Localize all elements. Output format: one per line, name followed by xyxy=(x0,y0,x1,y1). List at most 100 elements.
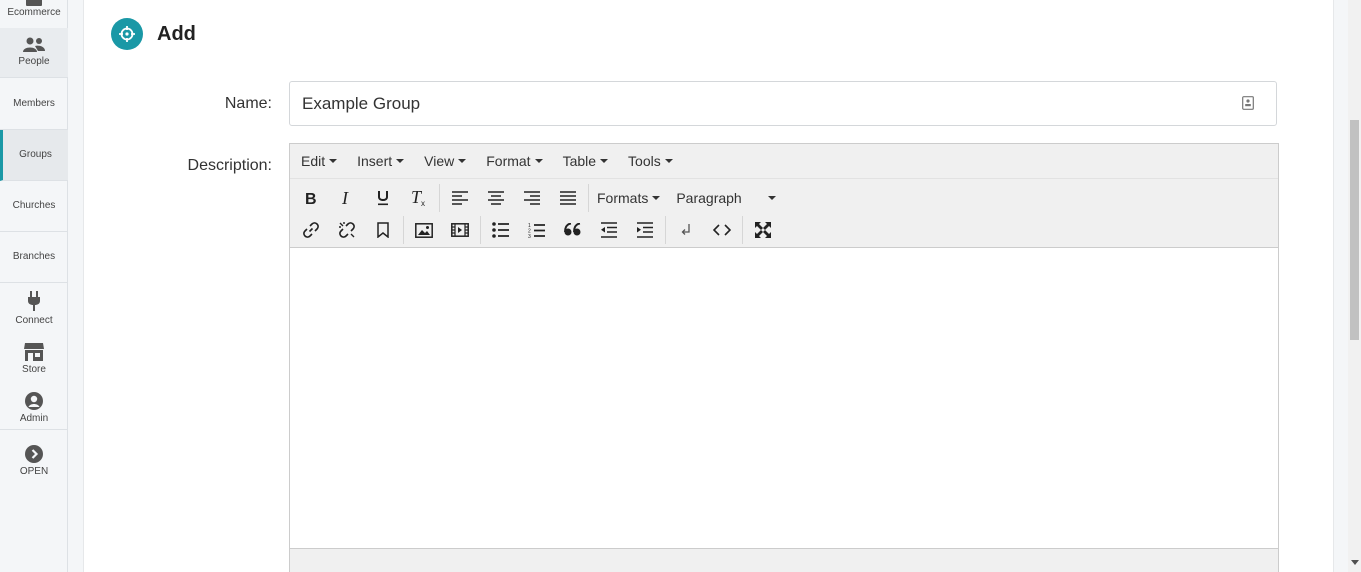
caret-down-icon xyxy=(396,159,405,163)
clear-formatting-button[interactable]: Tx xyxy=(401,184,437,212)
sidebar-item-groups[interactable]: Groups xyxy=(0,130,68,181)
sidebar-item-label: OPEN xyxy=(19,465,49,477)
sidebar-item-store[interactable]: Store xyxy=(0,338,68,380)
bullet-list-button[interactable] xyxy=(483,216,519,244)
outdent-icon xyxy=(601,222,617,238)
paragraph-dropdown[interactable]: Paragraph xyxy=(670,184,782,212)
code-icon xyxy=(713,224,731,236)
sidebar-item-churches[interactable]: Churches xyxy=(0,181,68,232)
caret-down-icon xyxy=(600,159,609,163)
users-icon xyxy=(23,37,45,52)
align-right-button[interactable] xyxy=(514,184,550,212)
link-icon xyxy=(303,222,319,238)
insert-media-button[interactable] xyxy=(442,216,478,244)
source-code-button[interactable] xyxy=(704,216,740,244)
crosshair-icon xyxy=(111,18,143,50)
scrollbar-thumb[interactable] xyxy=(1350,120,1359,340)
svg-text:B: B xyxy=(305,191,317,206)
caret-down-icon xyxy=(458,159,467,163)
sidebar-item-members[interactable]: Members xyxy=(0,79,68,130)
outdent-button[interactable] xyxy=(591,216,627,244)
italic-button[interactable]: I xyxy=(329,184,365,212)
fullscreen-icon xyxy=(755,222,771,238)
underline-button[interactable] xyxy=(365,184,401,212)
sidebar-item-ecommerce[interactable]: Ecommerce xyxy=(0,0,68,24)
insert-link-button[interactable] xyxy=(293,216,329,244)
sidebar-item-people[interactable]: People xyxy=(0,28,68,78)
svg-text:3: 3 xyxy=(528,234,531,238)
media-icon xyxy=(451,223,469,237)
toolbar-separator xyxy=(588,184,589,212)
sidebar-item-open[interactable]: OPEN xyxy=(0,440,68,482)
sidebar-item-label: Admin xyxy=(19,413,49,424)
caret-down-icon xyxy=(329,159,338,163)
toolbar-separator xyxy=(480,216,481,244)
page-scrollbar[interactable] xyxy=(1348,0,1361,572)
sidebar-item-admin[interactable]: Admin xyxy=(0,388,68,430)
align-center-button[interactable] xyxy=(478,184,514,212)
menu-edit[interactable]: Edit xyxy=(295,153,343,169)
menu-format[interactable]: Format xyxy=(480,153,548,169)
toolbar-separator xyxy=(439,184,440,212)
sidebar-item-label: Churches xyxy=(12,200,56,211)
blockquote-button[interactable] xyxy=(555,216,591,244)
formats-dropdown[interactable]: Formats xyxy=(591,184,666,212)
fullscreen-button[interactable] xyxy=(745,216,781,244)
align-left-icon xyxy=(452,191,468,205)
menu-view[interactable]: View xyxy=(418,153,472,169)
scroll-down-arrow-icon[interactable] xyxy=(1351,560,1359,565)
menu-insert[interactable]: Insert xyxy=(351,153,410,169)
align-left-button[interactable] xyxy=(442,184,478,212)
store-icon xyxy=(24,343,44,361)
indent-button[interactable] xyxy=(627,216,663,244)
svg-text:I: I xyxy=(341,190,349,206)
insert-image-button[interactable] xyxy=(406,216,442,244)
contact-card-icon[interactable] xyxy=(1242,96,1254,115)
caret-down-icon xyxy=(534,159,543,163)
editor-toolbar: B I Tx Formats Paragraph 1 2 3 xyxy=(290,179,1278,248)
nonbreaking-icon xyxy=(681,224,690,235)
caret-down-icon xyxy=(664,159,673,163)
description-label: Description: xyxy=(187,157,272,174)
anchor-button[interactable] xyxy=(365,216,401,244)
indent-icon xyxy=(637,222,653,238)
numbered-list-icon: 123 xyxy=(528,223,545,238)
blockquote-icon xyxy=(564,223,581,236)
bold-button[interactable]: B xyxy=(293,184,329,212)
sidebar-item-branches[interactable]: Branches xyxy=(0,232,68,283)
remove-link-button[interactable] xyxy=(329,216,365,244)
user-circle-icon xyxy=(25,392,43,410)
name-label: Name: xyxy=(224,95,272,112)
toolbar-separator xyxy=(665,216,666,244)
sidebar-item-label: Store xyxy=(22,364,46,375)
image-icon xyxy=(415,222,433,238)
name-field[interactable] xyxy=(289,81,1277,126)
caret-down-icon xyxy=(768,196,777,200)
shopping-basket-icon xyxy=(26,0,42,6)
clear-formatting-icon: Tx xyxy=(411,189,425,207)
nonbreaking-space-button[interactable] xyxy=(668,216,704,244)
editor-content-area[interactable] xyxy=(290,248,1278,548)
sidebar: Ecommerce People Members Groups Churches… xyxy=(0,0,68,572)
menu-table[interactable]: Table xyxy=(557,153,614,169)
sidebar-item-label: Groups xyxy=(19,149,52,160)
toolbar-separator xyxy=(403,216,404,244)
sidebar-item-connect[interactable]: Connect xyxy=(0,288,68,330)
menu-tools[interactable]: Tools xyxy=(622,153,679,169)
align-justify-button[interactable] xyxy=(550,184,586,212)
caret-down-icon xyxy=(652,196,661,200)
numbered-list-button[interactable]: 123 xyxy=(519,216,555,244)
toolbar-separator xyxy=(742,216,743,244)
sidebar-item-label: Members xyxy=(13,98,55,109)
sidebar-item-label: Connect xyxy=(15,315,53,326)
bold-icon: B xyxy=(305,191,317,206)
toolbar-row-2: 123 xyxy=(290,215,781,245)
italic-icon: I xyxy=(341,190,349,206)
toolbar-row-1: B I Tx Formats Paragraph xyxy=(290,183,782,213)
sidebar-item-label: Ecommerce xyxy=(7,7,61,18)
sidebar-item-label: People xyxy=(18,56,50,67)
bookmark-icon xyxy=(377,222,389,238)
svg-text:x: x xyxy=(421,199,425,207)
chevron-right-circle-icon xyxy=(25,444,43,463)
underline-icon xyxy=(378,191,388,206)
